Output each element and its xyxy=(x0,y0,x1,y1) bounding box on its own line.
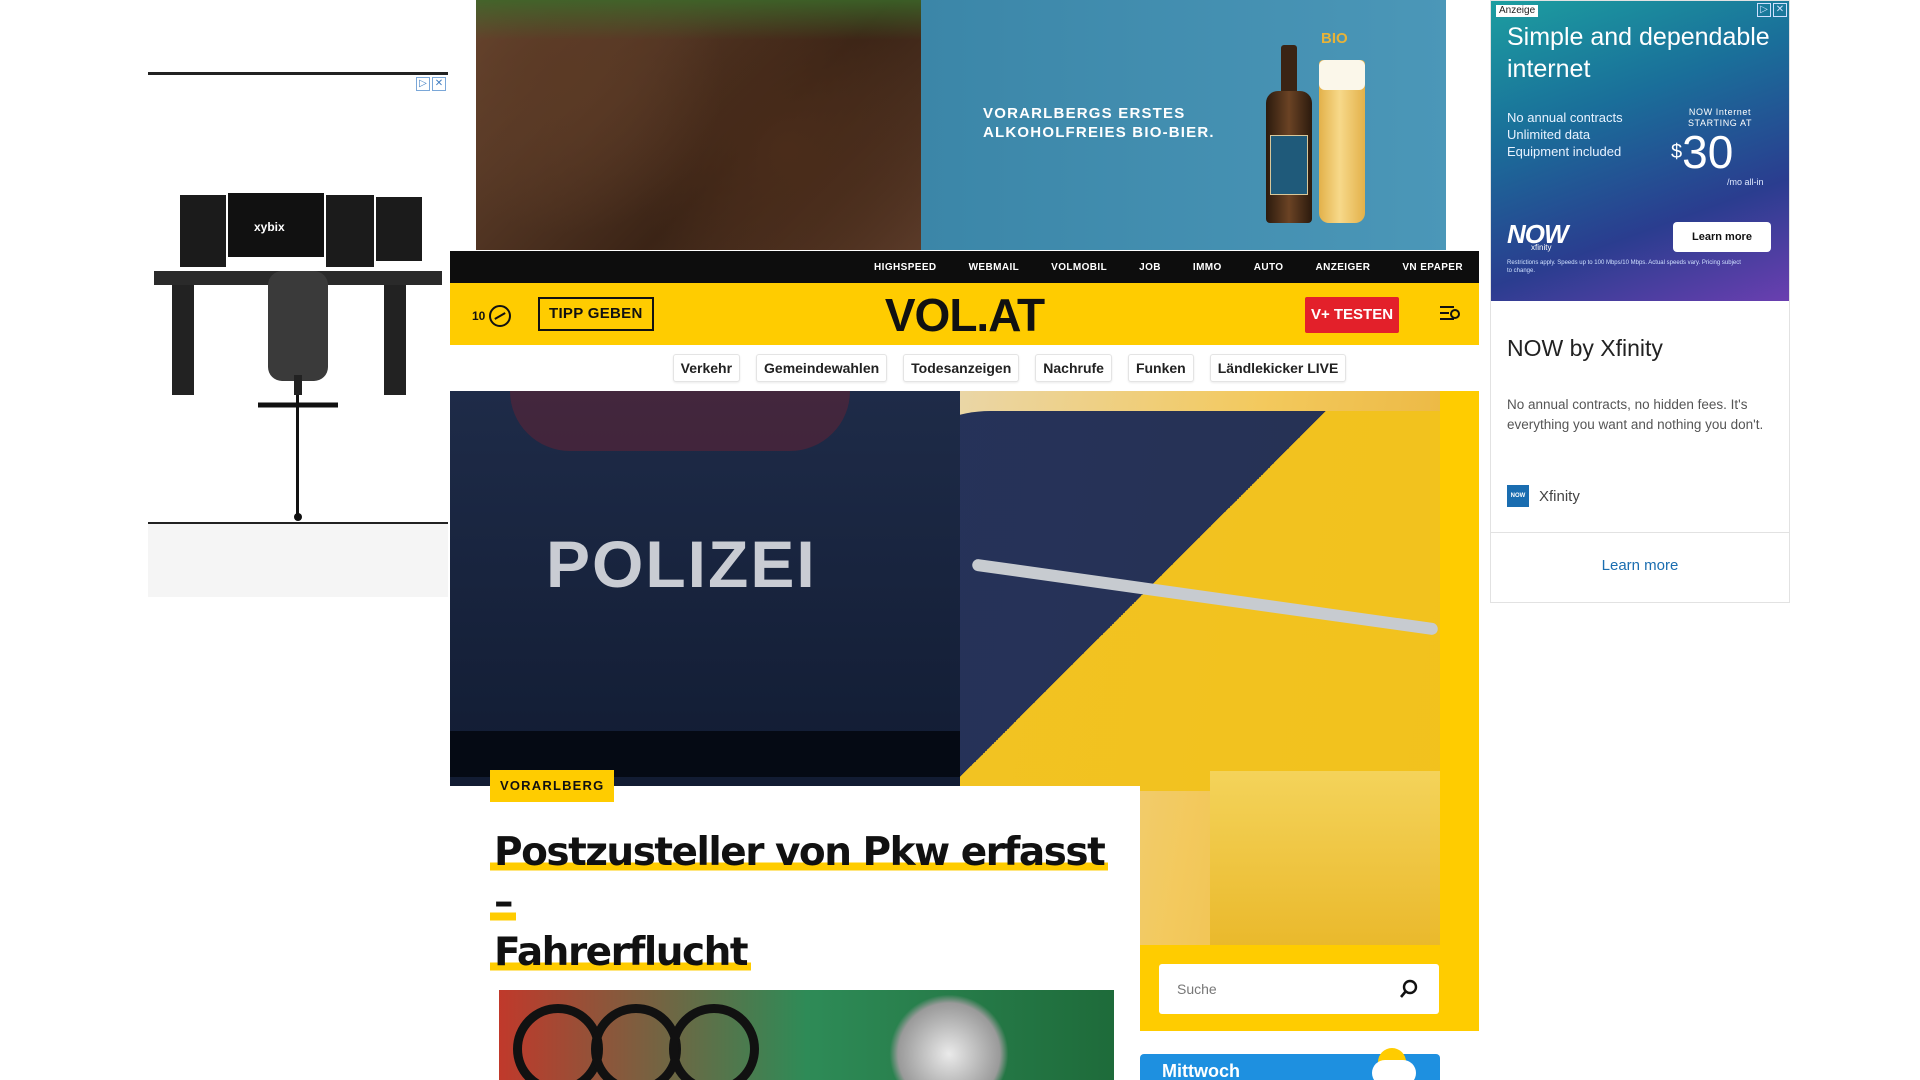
pill-verkehr[interactable]: Verkehr xyxy=(672,354,741,382)
ad-headline: Simple and dependable internet xyxy=(1507,23,1770,83)
price-period: /mo all-in xyxy=(1727,177,1764,187)
nav-link-vn-epaper[interactable]: VN EPAPER xyxy=(1402,262,1463,273)
advertiser-name: Xfinity xyxy=(1539,487,1580,505)
nav-link-volmobil[interactable]: VOLMOBIL xyxy=(1051,262,1107,273)
pill-laendlekicker-live[interactable]: Ländlekicker LIVE xyxy=(1209,354,1347,382)
nav-link-immo[interactable]: IMMO xyxy=(1193,262,1222,273)
price-currency: $ xyxy=(1671,141,1683,163)
article-category-badge[interactable]: VORARLBERG xyxy=(490,770,615,802)
weather-day: Mittwoch xyxy=(1162,1061,1240,1080)
learn-more-link[interactable]: Learn more xyxy=(1491,557,1789,574)
site-header: 10 TIPP GEBEN VOL.AT V+ TESTEN xyxy=(450,283,1479,345)
ad-slogan: VORARLBERGS ERSTES ALKOHOLFREIES BIO-BIE… xyxy=(983,104,1215,142)
top-banner-ad[interactable]: VORARLBERGS ERSTES ALKOHOLFREIES BIO-BIE… xyxy=(476,0,1446,250)
nav-link-highspeed[interactable]: HIGHSPEED xyxy=(874,262,937,273)
olympic-ring xyxy=(669,1004,759,1080)
olympic-ring xyxy=(513,1004,603,1080)
nav-link-auto[interactable]: AUTO xyxy=(1254,262,1284,273)
search-box xyxy=(1159,964,1439,1014)
adchoices[interactable]: ▷ ✕ xyxy=(1757,3,1787,17)
beer-glass-image xyxy=(1319,60,1365,223)
pill-gemeindewahlen[interactable]: Gemeindewahlen xyxy=(756,354,888,382)
menu-search-icon[interactable] xyxy=(1440,303,1464,323)
headline-line-2: Fahrerflucht xyxy=(490,930,751,975)
advertiser[interactable]: NOW Xfinity xyxy=(1507,485,1580,507)
ad-creative[interactable]: ▷ ✕ xybix xyxy=(148,72,448,524)
price-value: 30 xyxy=(1682,126,1734,178)
ad-bullet: No annual contracts xyxy=(1507,110,1623,125)
ad-learn-more-button[interactable]: Learn more xyxy=(1673,222,1771,252)
divider xyxy=(1491,532,1789,533)
slogan-line-2: ALKOHOLFREIES BIO-BIER. xyxy=(983,124,1215,141)
weather-widget[interactable]: Mittwoch xyxy=(1140,1048,1440,1080)
second-article-image[interactable] xyxy=(499,990,1114,1080)
article-headline[interactable]: Postzusteller von Pkw erfasst – Fahrerfl… xyxy=(490,828,1110,978)
pill-nachrufe[interactable]: Nachrufe xyxy=(1035,354,1112,382)
nav-link-job[interactable]: JOB xyxy=(1139,262,1161,273)
ad-badge: Anzeige xyxy=(1496,5,1539,17)
ad-title[interactable]: NOW by Xfinity xyxy=(1507,335,1663,362)
beer-ad-panel[interactable]: VORARLBERGS ERSTES ALKOHOLFREIES BIO-BIE… xyxy=(921,0,1446,250)
polizei-lettering: POLIZEI xyxy=(546,527,817,601)
right-sidebar-ad[interactable]: Anzeige ▷ ✕ Simple and dependable intern… xyxy=(1490,0,1790,603)
ad-brand-label: xybix xyxy=(254,220,285,234)
topic-pills: Verkehr Gemeindewahlen Todesanzeigen Nac… xyxy=(450,345,1479,391)
cloud-icon xyxy=(1372,1060,1416,1080)
mail-crate xyxy=(1210,771,1440,945)
ad-fine-print: Restrictions apply. Speeds up to 100 Mbp… xyxy=(1507,260,1741,274)
search-input[interactable] xyxy=(1159,964,1399,1014)
left-skyscraper-ad[interactable]: ▷ ✕ xybix xyxy=(148,72,448,597)
adchoices-icon[interactable]: ▷ xyxy=(1757,3,1771,17)
ad-bullet: Unlimited data xyxy=(1507,127,1591,142)
headline-line-1: Postzusteller von Pkw erfasst – xyxy=(490,830,1109,925)
pill-todesanzeigen[interactable]: Todesanzeigen xyxy=(903,354,1020,382)
xfinity-logo-icon: NOW xyxy=(1507,485,1529,507)
close-ad-icon[interactable]: ✕ xyxy=(1773,3,1787,17)
slogan-line-1: VORARLBERGS ERSTES xyxy=(983,105,1186,122)
ad-bullet: Equipment included xyxy=(1507,144,1622,159)
olympic-ring xyxy=(591,1004,681,1080)
desk-workstation-image xyxy=(154,193,442,521)
top-utility-nav: HIGHSPEED WEBMAIL VOLMOBIL JOB IMMO AUTO… xyxy=(450,251,1479,283)
bio-badge: BIO xyxy=(1321,30,1348,47)
leaves-decor xyxy=(476,0,921,40)
price: $30 xyxy=(1671,127,1733,177)
xfinity-sublogo: xfinity xyxy=(1531,243,1552,252)
blurred-helmet xyxy=(889,994,1009,1080)
vplus-testen-button[interactable]: V+ TESTEN xyxy=(1305,297,1399,333)
xfinity-ad-creative[interactable]: Anzeige ▷ ✕ Simple and dependable intern… xyxy=(1491,1,1789,301)
ad-bullets: No annual contracts Unlimited data Equip… xyxy=(1507,109,1623,160)
ad-description: No annual contracts, no hidden fees. It'… xyxy=(1507,397,1764,432)
nav-link-webmail[interactable]: WEBMAIL xyxy=(969,262,1020,273)
search-icon[interactable] xyxy=(1399,979,1419,999)
beer-bottle-image xyxy=(1266,45,1312,223)
nav-link-anzeiger[interactable]: ANZEIGER xyxy=(1315,262,1370,273)
pill-funken[interactable]: Funken xyxy=(1127,354,1194,382)
